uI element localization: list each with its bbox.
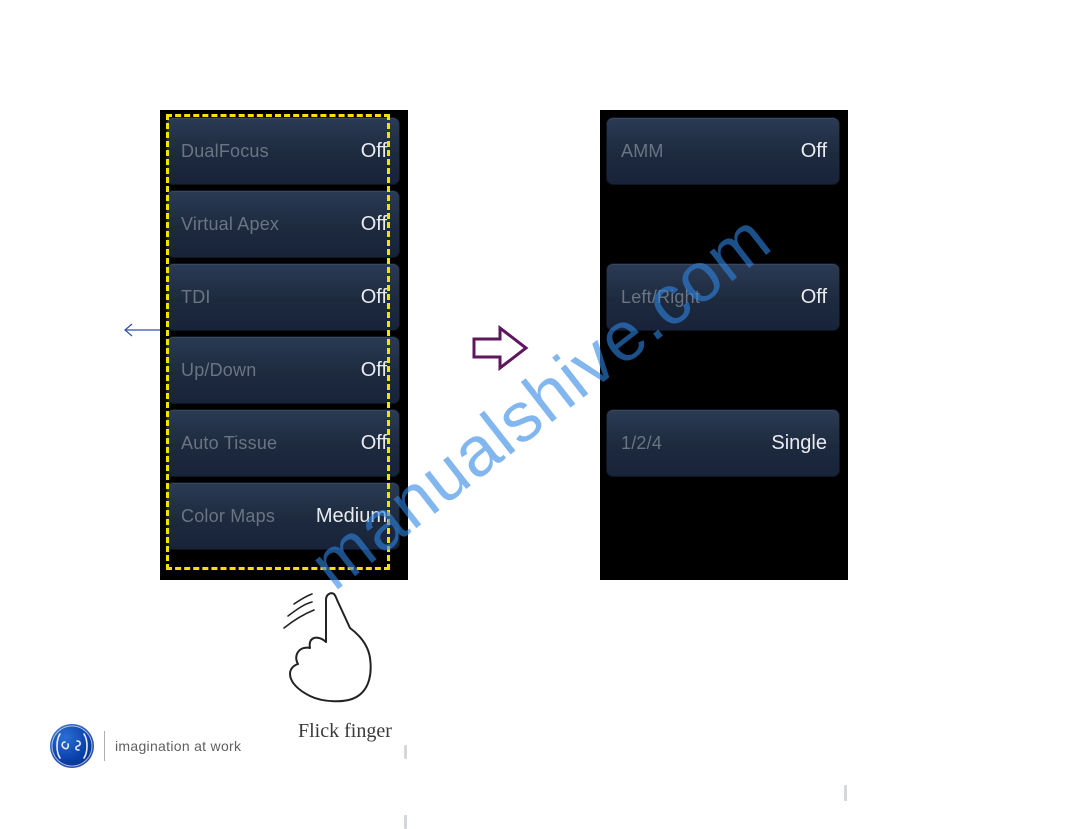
setting-label: Left/Right: [621, 287, 700, 308]
setting-label: Color Maps: [181, 506, 275, 527]
setting-row-color-maps[interactable]: Color Maps Medium: [166, 482, 400, 550]
setting-row-left-right[interactable]: Left/Right Off: [606, 263, 840, 331]
arrow-right-icon: [470, 322, 530, 374]
settings-panel-right[interactable]: AMM Off Left/Right Off 1/2/4 Single: [600, 110, 848, 580]
setting-label: Auto Tissue: [181, 433, 277, 454]
setting-value: Medium: [316, 505, 387, 528]
settings-panel-left[interactable]: DualFocus Off Virtual Apex Off TDI Off U…: [160, 110, 408, 580]
setting-row-dualfocus[interactable]: DualFocus Off: [166, 117, 400, 185]
setting-value: Off: [361, 286, 387, 309]
setting-row-empty: [606, 190, 840, 258]
setting-value: Off: [361, 140, 387, 163]
setting-row-virtual-apex[interactable]: Virtual Apex Off: [166, 190, 400, 258]
setting-row-auto-tissue[interactable]: Auto Tissue Off: [166, 409, 400, 477]
setting-value: Off: [361, 359, 387, 382]
setting-value: Off: [361, 432, 387, 455]
arrow-left-icon: [122, 320, 162, 340]
gesture-caption: Flick finger: [298, 720, 392, 743]
setting-row-1-2-4[interactable]: 1/2/4 Single: [606, 409, 840, 477]
setting-value: Single: [771, 432, 827, 455]
setting-row-empty: [606, 482, 840, 550]
brand-footer: imagination at work: [50, 724, 241, 768]
setting-row-empty: [606, 336, 840, 404]
setting-label: AMM: [621, 141, 664, 162]
setting-label: DualFocus: [181, 141, 269, 162]
setting-value: Off: [801, 140, 827, 163]
brand-divider: [104, 731, 105, 761]
setting-row-up-down[interactable]: Up/Down Off: [166, 336, 400, 404]
brand-tagline: imagination at work: [115, 738, 241, 754]
flick-gesture-icon: [276, 586, 386, 706]
setting-label: TDI: [181, 287, 211, 308]
setting-row-tdi[interactable]: TDI Off: [166, 263, 400, 331]
setting-value: Off: [361, 213, 387, 236]
setting-label: 1/2/4: [621, 433, 662, 454]
setting-label: Up/Down: [181, 360, 256, 381]
setting-label: Virtual Apex: [181, 214, 279, 235]
setting-value: Off: [801, 286, 827, 309]
setting-row-amm[interactable]: AMM Off: [606, 117, 840, 185]
ge-logo-icon: [50, 724, 94, 768]
